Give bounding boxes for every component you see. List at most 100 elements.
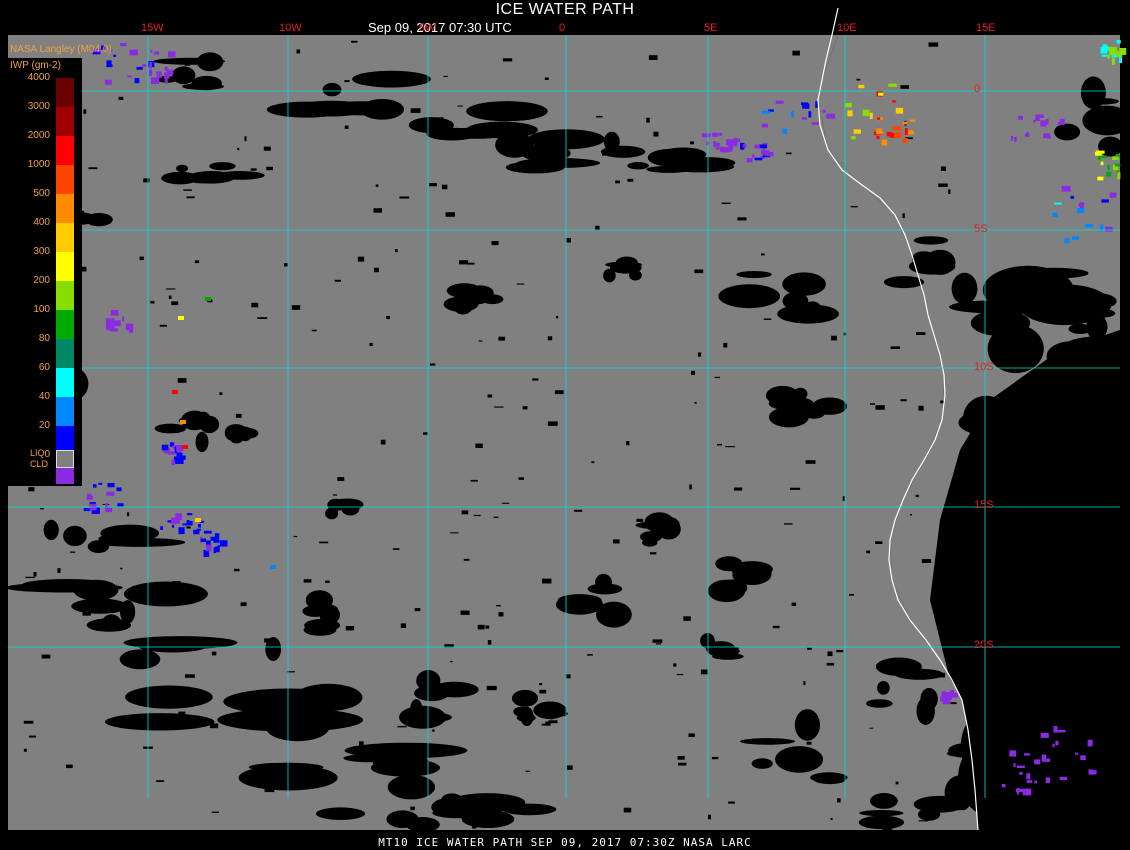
clear-speckle [165, 288, 176, 290]
ice-cloud-cell [894, 132, 902, 138]
clear-speckle [790, 487, 801, 490]
clear-speckle [485, 625, 490, 629]
ice-cloud-cell [1070, 195, 1075, 199]
clear-speckle [392, 548, 400, 550]
clear-patch [43, 519, 59, 541]
clear-patch [426, 127, 478, 141]
clear-speckle [539, 683, 543, 686]
legend-value: 4000 [27, 72, 50, 83]
clear-speckle [969, 712, 979, 714]
ice-cloud-cell [164, 77, 168, 84]
ice-cloud-cell [116, 487, 122, 492]
ice-cloud-cell [853, 129, 861, 134]
clear-speckle [772, 625, 780, 629]
ice-cloud-cell [822, 109, 826, 113]
clear-speckle [587, 654, 593, 656]
lon-label-5w: 5W [419, 22, 436, 34]
clear-patch [913, 236, 949, 245]
ice-cloud-cell [811, 122, 819, 125]
clear-speckle [25, 576, 35, 579]
ice-cloud-cell [213, 547, 216, 554]
legend-swatch [56, 223, 74, 252]
ice-cloud-cell [1107, 54, 1111, 59]
ice-cloud-cell [791, 111, 794, 118]
clear-speckle [263, 146, 271, 151]
clear-speckle [57, 568, 61, 573]
ice-cloud-cell [712, 132, 718, 137]
legend-swatch [56, 78, 74, 107]
ice-cloud-cell [1101, 54, 1108, 57]
clear-speckle [803, 681, 806, 686]
clear-speckle [915, 494, 919, 498]
clear-speckle [627, 178, 634, 182]
clear-patch [187, 171, 235, 184]
lon-label-10e: 10E [837, 22, 857, 34]
ice-cloud-cell [148, 69, 153, 77]
legend-swatch [56, 252, 74, 281]
clear-patch [209, 162, 236, 171]
clear-patch [119, 649, 161, 670]
clear-speckle [399, 196, 410, 199]
clear-speckle [875, 541, 883, 544]
clear-speckle [70, 551, 76, 553]
clear-speckle [186, 526, 191, 529]
legend-swatch [56, 281, 74, 310]
clear-patch [466, 101, 548, 122]
clear-patch [775, 746, 824, 773]
clear-speckle [423, 432, 428, 435]
clear-speckle [416, 719, 425, 724]
clear-patch [877, 681, 890, 695]
legend-credit: NASA Langley (M04.0) [10, 44, 112, 55]
clear-speckle [373, 208, 382, 213]
clear-speckle [369, 342, 373, 346]
ice-cloud-cell [160, 526, 163, 530]
ice-cloud-cell [1101, 199, 1109, 203]
clear-speckle [139, 256, 144, 261]
ice-cloud-cell [1016, 787, 1020, 795]
clear-speckle [539, 689, 547, 694]
ice-cloud-cell [171, 517, 180, 524]
clear-patch [1086, 308, 1116, 318]
clear-speckle [390, 84, 393, 87]
clear-patch [248, 762, 324, 772]
clear-speckle [28, 735, 36, 738]
ice-cloud-cell [746, 158, 753, 163]
ice-cloud-cell [1080, 755, 1086, 760]
clear-speckle [615, 180, 620, 184]
clear-speckle [386, 316, 390, 320]
clear-speckle [655, 643, 662, 645]
clear-speckle [949, 507, 959, 513]
clear-speckle [691, 370, 695, 375]
ice-cloud-cell [1040, 120, 1047, 127]
ice-cloud-cell [150, 50, 153, 53]
ice-cloud-cell [862, 109, 870, 116]
clear-speckle [410, 806, 415, 811]
clear-speckle [467, 262, 475, 265]
ice-cloud-cell [801, 102, 809, 105]
legend-value: 80 [38, 333, 50, 344]
legend-value: 500 [33, 188, 50, 199]
clear-speckle [332, 494, 338, 496]
clear-patch [1031, 423, 1045, 436]
legend-value: 400 [33, 217, 50, 228]
clear-speckle [721, 202, 731, 204]
clear-patch [894, 668, 944, 680]
ice-cloud-cell [815, 101, 818, 108]
clear-speckle [28, 487, 35, 492]
ice-cloud-cell [720, 147, 729, 153]
ice-cloud-cell [892, 100, 897, 103]
ice-cloud-cell [98, 482, 103, 485]
clear-speckle [921, 559, 932, 563]
clear-speckle [463, 558, 470, 561]
clear-patch [946, 750, 979, 757]
clear-speckle [430, 363, 436, 366]
clear-speckle [219, 392, 223, 395]
ice-cloud-cell [83, 508, 91, 512]
clear-speckle [185, 674, 195, 678]
lon-label-0: 0 [559, 22, 566, 34]
clear-patch [740, 738, 795, 745]
clear-patch [1068, 323, 1092, 334]
clear-speckle [556, 315, 559, 319]
clear-speckle [496, 604, 501, 607]
clear-speckle [486, 114, 492, 116]
